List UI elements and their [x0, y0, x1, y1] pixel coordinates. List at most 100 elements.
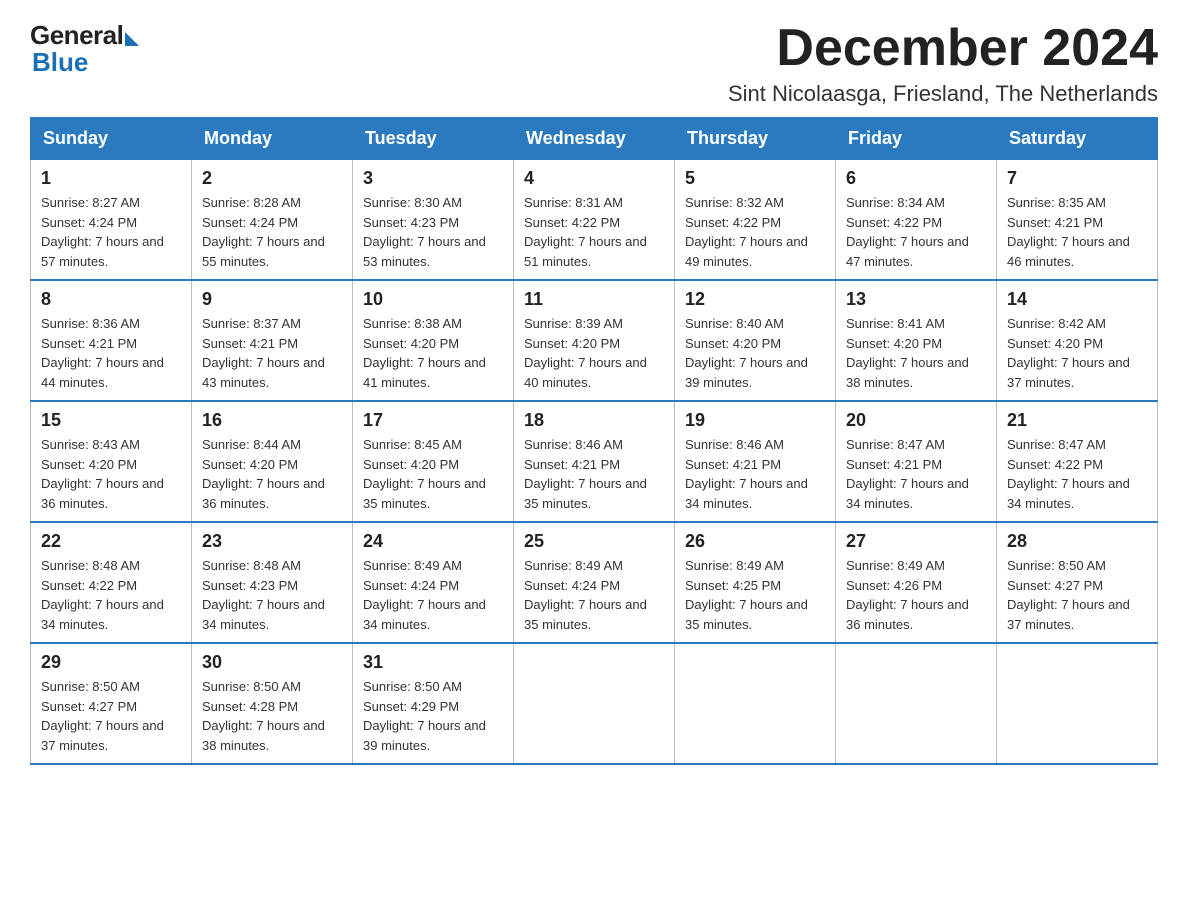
day-number: 31 — [363, 652, 503, 673]
logo: General Blue — [30, 20, 139, 78]
calendar-day-cell: 28 Sunrise: 8:50 AMSunset: 4:27 PMDaylig… — [997, 522, 1158, 643]
day-info: Sunrise: 8:42 AMSunset: 4:20 PMDaylight:… — [1007, 314, 1147, 392]
day-number: 1 — [41, 168, 181, 189]
calendar-day-cell: 8 Sunrise: 8:36 AMSunset: 4:21 PMDayligh… — [31, 280, 192, 401]
calendar-day-cell: 12 Sunrise: 8:40 AMSunset: 4:20 PMDaylig… — [675, 280, 836, 401]
calendar-day-cell: 1 Sunrise: 8:27 AMSunset: 4:24 PMDayligh… — [31, 160, 192, 281]
day-info: Sunrise: 8:31 AMSunset: 4:22 PMDaylight:… — [524, 193, 664, 271]
calendar-day-cell: 15 Sunrise: 8:43 AMSunset: 4:20 PMDaylig… — [31, 401, 192, 522]
calendar-day-cell: 16 Sunrise: 8:44 AMSunset: 4:20 PMDaylig… — [192, 401, 353, 522]
location-subtitle: Sint Nicolaasga, Friesland, The Netherla… — [728, 81, 1158, 107]
logo-arrow-icon — [125, 32, 139, 46]
day-number: 24 — [363, 531, 503, 552]
day-number: 2 — [202, 168, 342, 189]
calendar-day-cell: 26 Sunrise: 8:49 AMSunset: 4:25 PMDaylig… — [675, 522, 836, 643]
day-info: Sunrise: 8:46 AMSunset: 4:21 PMDaylight:… — [524, 435, 664, 513]
calendar-week-row: 22 Sunrise: 8:48 AMSunset: 4:22 PMDaylig… — [31, 522, 1158, 643]
day-info: Sunrise: 8:27 AMSunset: 4:24 PMDaylight:… — [41, 193, 181, 271]
day-info: Sunrise: 8:49 AMSunset: 4:26 PMDaylight:… — [846, 556, 986, 634]
day-number: 6 — [846, 168, 986, 189]
day-info: Sunrise: 8:32 AMSunset: 4:22 PMDaylight:… — [685, 193, 825, 271]
calendar-day-cell: 31 Sunrise: 8:50 AMSunset: 4:29 PMDaylig… — [353, 643, 514, 764]
day-number: 11 — [524, 289, 664, 310]
day-info: Sunrise: 8:44 AMSunset: 4:20 PMDaylight:… — [202, 435, 342, 513]
day-info: Sunrise: 8:40 AMSunset: 4:20 PMDaylight:… — [685, 314, 825, 392]
day-of-week-header: Tuesday — [353, 118, 514, 160]
calendar-week-row: 29 Sunrise: 8:50 AMSunset: 4:27 PMDaylig… — [31, 643, 1158, 764]
day-number: 8 — [41, 289, 181, 310]
day-number: 28 — [1007, 531, 1147, 552]
page-header: General Blue December 2024 Sint Nicolaas… — [30, 20, 1158, 107]
day-info: Sunrise: 8:48 AMSunset: 4:22 PMDaylight:… — [41, 556, 181, 634]
day-info: Sunrise: 8:47 AMSunset: 4:22 PMDaylight:… — [1007, 435, 1147, 513]
day-number: 25 — [524, 531, 664, 552]
day-number: 26 — [685, 531, 825, 552]
day-info: Sunrise: 8:30 AMSunset: 4:23 PMDaylight:… — [363, 193, 503, 271]
calendar-day-cell: 9 Sunrise: 8:37 AMSunset: 4:21 PMDayligh… — [192, 280, 353, 401]
day-number: 29 — [41, 652, 181, 673]
day-info: Sunrise: 8:39 AMSunset: 4:20 PMDaylight:… — [524, 314, 664, 392]
day-of-week-header: Friday — [836, 118, 997, 160]
calendar-day-cell: 22 Sunrise: 8:48 AMSunset: 4:22 PMDaylig… — [31, 522, 192, 643]
day-info: Sunrise: 8:46 AMSunset: 4:21 PMDaylight:… — [685, 435, 825, 513]
day-info: Sunrise: 8:45 AMSunset: 4:20 PMDaylight:… — [363, 435, 503, 513]
calendar-table: SundayMondayTuesdayWednesdayThursdayFrid… — [30, 117, 1158, 765]
day-info: Sunrise: 8:28 AMSunset: 4:24 PMDaylight:… — [202, 193, 342, 271]
day-info: Sunrise: 8:37 AMSunset: 4:21 PMDaylight:… — [202, 314, 342, 392]
day-number: 13 — [846, 289, 986, 310]
calendar-day-cell: 13 Sunrise: 8:41 AMSunset: 4:20 PMDaylig… — [836, 280, 997, 401]
calendar-day-cell: 4 Sunrise: 8:31 AMSunset: 4:22 PMDayligh… — [514, 160, 675, 281]
calendar-day-cell — [836, 643, 997, 764]
day-info: Sunrise: 8:43 AMSunset: 4:20 PMDaylight:… — [41, 435, 181, 513]
day-info: Sunrise: 8:47 AMSunset: 4:21 PMDaylight:… — [846, 435, 986, 513]
calendar-day-cell — [514, 643, 675, 764]
day-number: 20 — [846, 410, 986, 431]
day-info: Sunrise: 8:50 AMSunset: 4:27 PMDaylight:… — [41, 677, 181, 755]
day-info: Sunrise: 8:34 AMSunset: 4:22 PMDaylight:… — [846, 193, 986, 271]
title-block: December 2024 Sint Nicolaasga, Friesland… — [728, 20, 1158, 107]
calendar-day-cell: 29 Sunrise: 8:50 AMSunset: 4:27 PMDaylig… — [31, 643, 192, 764]
day-number: 23 — [202, 531, 342, 552]
day-info: Sunrise: 8:49 AMSunset: 4:24 PMDaylight:… — [524, 556, 664, 634]
month-title: December 2024 — [728, 20, 1158, 77]
calendar-week-row: 15 Sunrise: 8:43 AMSunset: 4:20 PMDaylig… — [31, 401, 1158, 522]
day-number: 16 — [202, 410, 342, 431]
day-number: 15 — [41, 410, 181, 431]
day-info: Sunrise: 8:36 AMSunset: 4:21 PMDaylight:… — [41, 314, 181, 392]
calendar-day-cell: 19 Sunrise: 8:46 AMSunset: 4:21 PMDaylig… — [675, 401, 836, 522]
calendar-week-row: 1 Sunrise: 8:27 AMSunset: 4:24 PMDayligh… — [31, 160, 1158, 281]
calendar-header-row: SundayMondayTuesdayWednesdayThursdayFrid… — [31, 118, 1158, 160]
calendar-week-row: 8 Sunrise: 8:36 AMSunset: 4:21 PMDayligh… — [31, 280, 1158, 401]
calendar-day-cell: 2 Sunrise: 8:28 AMSunset: 4:24 PMDayligh… — [192, 160, 353, 281]
day-info: Sunrise: 8:50 AMSunset: 4:27 PMDaylight:… — [1007, 556, 1147, 634]
day-of-week-header: Saturday — [997, 118, 1158, 160]
logo-blue-text: Blue — [32, 47, 88, 78]
day-number: 5 — [685, 168, 825, 189]
day-number: 10 — [363, 289, 503, 310]
calendar-day-cell: 18 Sunrise: 8:46 AMSunset: 4:21 PMDaylig… — [514, 401, 675, 522]
day-info: Sunrise: 8:49 AMSunset: 4:24 PMDaylight:… — [363, 556, 503, 634]
calendar-day-cell: 6 Sunrise: 8:34 AMSunset: 4:22 PMDayligh… — [836, 160, 997, 281]
day-number: 14 — [1007, 289, 1147, 310]
calendar-day-cell: 17 Sunrise: 8:45 AMSunset: 4:20 PMDaylig… — [353, 401, 514, 522]
day-number: 9 — [202, 289, 342, 310]
calendar-day-cell: 10 Sunrise: 8:38 AMSunset: 4:20 PMDaylig… — [353, 280, 514, 401]
calendar-day-cell: 24 Sunrise: 8:49 AMSunset: 4:24 PMDaylig… — [353, 522, 514, 643]
calendar-day-cell: 3 Sunrise: 8:30 AMSunset: 4:23 PMDayligh… — [353, 160, 514, 281]
day-of-week-header: Monday — [192, 118, 353, 160]
calendar-day-cell: 14 Sunrise: 8:42 AMSunset: 4:20 PMDaylig… — [997, 280, 1158, 401]
calendar-day-cell: 27 Sunrise: 8:49 AMSunset: 4:26 PMDaylig… — [836, 522, 997, 643]
day-number: 3 — [363, 168, 503, 189]
day-number: 12 — [685, 289, 825, 310]
day-info: Sunrise: 8:49 AMSunset: 4:25 PMDaylight:… — [685, 556, 825, 634]
day-number: 7 — [1007, 168, 1147, 189]
day-number: 22 — [41, 531, 181, 552]
day-number: 18 — [524, 410, 664, 431]
calendar-day-cell: 20 Sunrise: 8:47 AMSunset: 4:21 PMDaylig… — [836, 401, 997, 522]
day-info: Sunrise: 8:50 AMSunset: 4:29 PMDaylight:… — [363, 677, 503, 755]
day-info: Sunrise: 8:50 AMSunset: 4:28 PMDaylight:… — [202, 677, 342, 755]
day-number: 19 — [685, 410, 825, 431]
day-info: Sunrise: 8:38 AMSunset: 4:20 PMDaylight:… — [363, 314, 503, 392]
calendar-day-cell: 5 Sunrise: 8:32 AMSunset: 4:22 PMDayligh… — [675, 160, 836, 281]
day-of-week-header: Thursday — [675, 118, 836, 160]
